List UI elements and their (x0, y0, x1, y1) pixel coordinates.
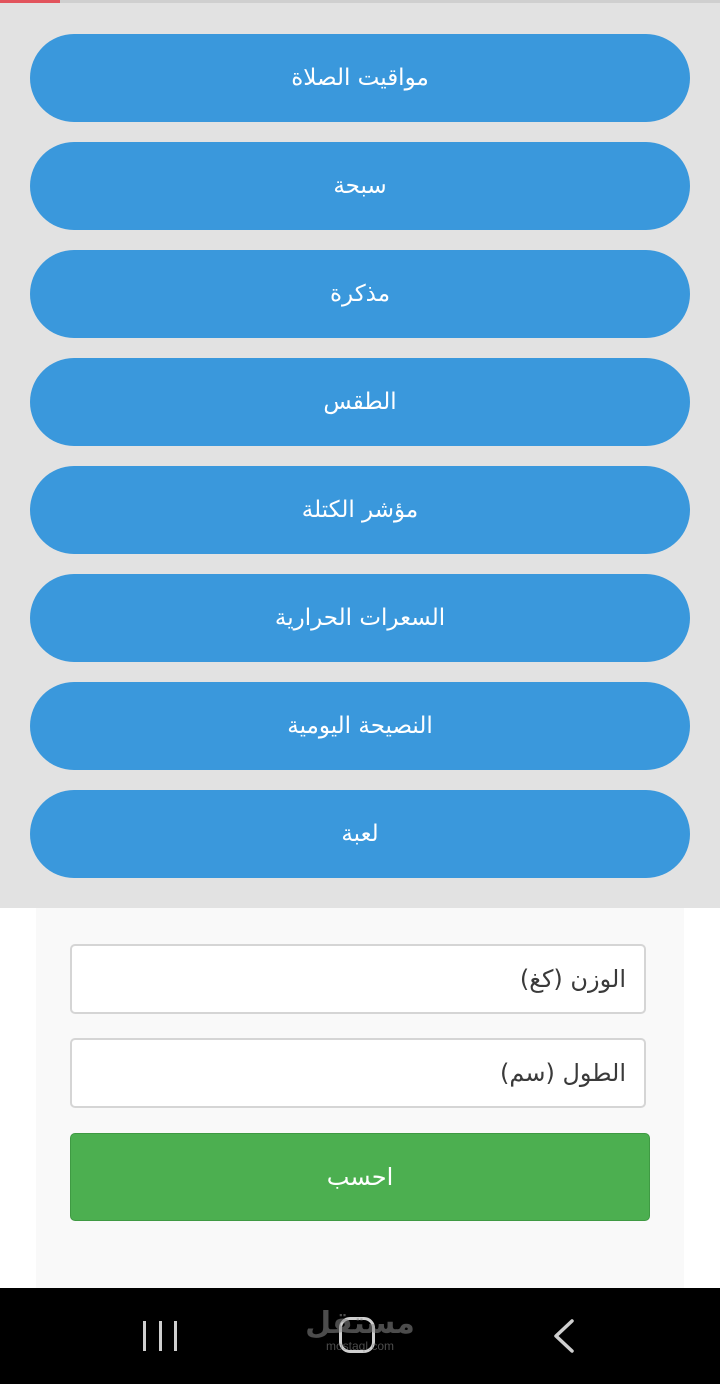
recent-apps-icon[interactable] (143, 1321, 177, 1351)
menu-button-daily-tip[interactable]: النصيحة اليومية (30, 682, 690, 770)
menu-button-prayer-times[interactable]: مواقيت الصلاة (30, 34, 690, 122)
system-nav-bar: مستقل mostaql.com (0, 1288, 720, 1384)
height-field[interactable] (70, 1038, 646, 1108)
menu-button-calories[interactable]: السعرات الحرارية (30, 574, 690, 662)
menu-panel (0, 3, 720, 908)
menu-button-tasbih[interactable]: سبحة (30, 142, 690, 230)
home-icon[interactable] (339, 1317, 375, 1353)
back-arrow-icon[interactable] (550, 1318, 578, 1354)
menu-button-notes[interactable]: مذكرة (30, 250, 690, 338)
menu-button-game[interactable]: لعبة (30, 790, 690, 878)
weight-field[interactable] (70, 944, 646, 1014)
weight-input[interactable] (72, 945, 628, 1013)
menu-button-bmi[interactable]: مؤشر الكتلة (30, 466, 690, 554)
calculate-button[interactable]: احسب (70, 1133, 650, 1221)
height-input[interactable] (72, 1039, 628, 1107)
menu-button-weather[interactable]: الطقس (30, 358, 690, 446)
